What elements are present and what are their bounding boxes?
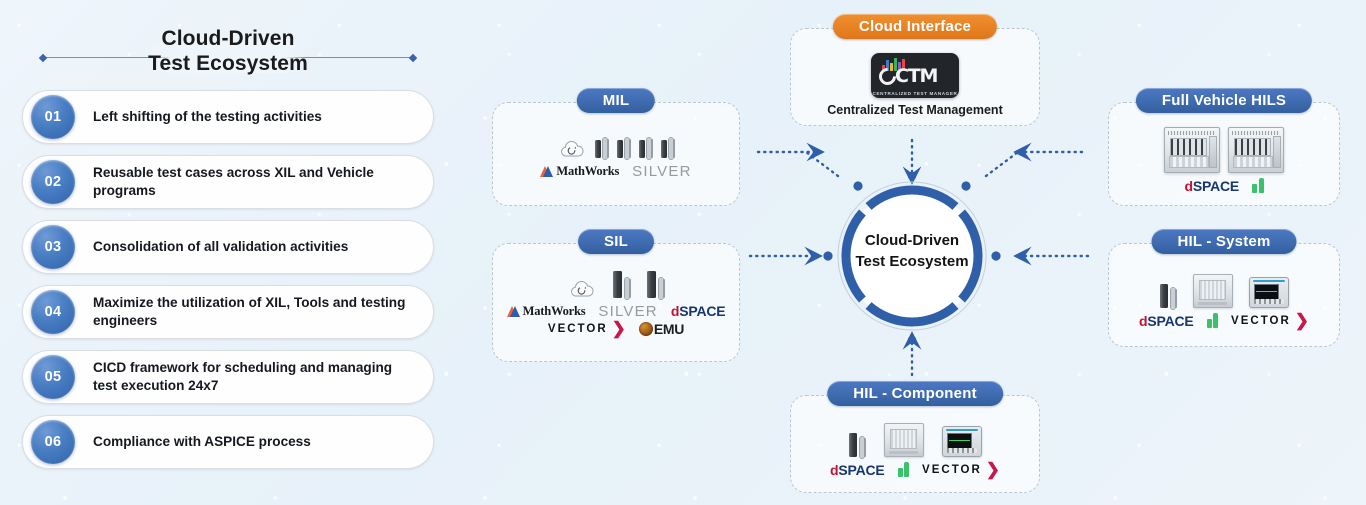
list-item-label: Reusable test cases across XIL and Vehic… (93, 164, 374, 199)
hil-rack-icon (1228, 126, 1284, 173)
list-item-label: CICD framework for scheduling and managi… (93, 359, 393, 394)
list-item[interactable]: 01 Left shifting of the testing activiti… (22, 90, 434, 144)
ctm-logo-subtext: CENTRALIZED TEST MANAGER (872, 91, 958, 96)
ctm-logo-text: CTM (895, 64, 938, 87)
dspace-logo-icon: d SPACE (1184, 178, 1239, 194)
list-item-number: 03 (31, 225, 75, 269)
page-title-line2: Test Ecosystem (148, 52, 308, 75)
cloud-sync-icon (567, 279, 597, 298)
vector-logo-text: VECTOR (547, 322, 608, 335)
node-title-full-vehicle-hils: Full Vehicle HILS (1135, 88, 1313, 113)
center-hub[interactable]: Cloud-Driven Test Ecosystem (828, 176, 996, 336)
vector-arrow-icon: ❯ (611, 319, 626, 338)
vector-logo-icon: VECTOR ❯ (922, 460, 1001, 479)
list-item-number: 04 (31, 290, 75, 334)
list-item-number: 05 (31, 355, 75, 399)
node-title-hil-component: HIL - Component (827, 381, 1003, 406)
vector-logo-icon: VECTOR ❯ (547, 319, 626, 338)
list-item-label: Left shifting of the testing activities (93, 108, 322, 124)
vector-arrow-icon: ❯ (985, 460, 1001, 479)
node-title-cloud-interface: Cloud Interface (832, 14, 998, 39)
list-item[interactable]: 03 Consolidation of all validation activ… (22, 220, 434, 274)
hub-label-line2: Test Ecosystem (855, 253, 969, 270)
ni-logo-icon (1252, 178, 1264, 193)
qemu-logo-text: EMU (653, 320, 685, 337)
mathworks-logo-icon: MathWorks (506, 303, 586, 319)
oscilloscope-icon (1248, 276, 1289, 308)
mathworks-logo-text: MathWorks (522, 303, 586, 318)
vector-logo-icon: VECTOR ❯ (1231, 311, 1310, 330)
vector-logo-text: VECTOR (922, 463, 982, 476)
dspace-logo-text: SPACE (1192, 177, 1240, 194)
dspace-logo-text: SPACE (1147, 312, 1194, 329)
dspace-logo-d: d (670, 303, 680, 319)
diagram-canvas: Cloud-Driven Test Ecosystem 01 Left shif… (0, 0, 1366, 505)
page-title-line1: Cloud-Driven (161, 27, 295, 50)
list-item-number: 06 (31, 420, 75, 464)
instrument-rack-icon (1192, 273, 1233, 308)
list-item-label: Compliance with ASPICE process (93, 433, 311, 449)
node-title-hil-system: HIL - System (1151, 229, 1297, 254)
node-hil-component[interactable]: HIL - Component d SPACE VECTOR ❯ (790, 381, 1040, 493)
dspace-logo-d: d (1138, 312, 1148, 329)
desktop-pc-icon (1159, 283, 1177, 309)
list-item-number: 01 (31, 95, 75, 139)
ni-logo-icon (897, 462, 910, 477)
node-cloud-interface[interactable]: Cloud Interface CTM CENTRALIZED TEST MAN… (790, 14, 1040, 126)
desktop-pc-icon (613, 270, 631, 299)
dspace-logo-icon: d SPACE (671, 303, 726, 319)
dspace-logo-icon: d SPACE (830, 462, 885, 478)
silver-logo-text: SILVER (632, 162, 692, 180)
dspace-logo-d: d (829, 461, 839, 478)
node-hil-system[interactable]: HIL - System d SPACE VECTOR ❯ (1108, 229, 1340, 347)
mathworks-logo-text: MathWorks (556, 163, 620, 178)
node-mil[interactable]: MIL MathWorks SILVER (492, 88, 740, 206)
dspace-logo-d: d (1184, 177, 1193, 194)
dspace-logo-icon: d SPACE (1139, 313, 1194, 329)
desktop-pc-icon (595, 137, 609, 159)
desktop-pc-icon (639, 137, 653, 159)
desktop-pc-icon (617, 137, 631, 159)
list-item[interactable]: 02 Reusable test cases across XIL and Ve… (22, 155, 434, 209)
list-item-label: Consolidation of all validation activiti… (93, 238, 349, 254)
mathworks-logo-icon: MathWorks (540, 164, 619, 179)
list-item[interactable]: 06 Compliance with ASPICE process (22, 415, 434, 469)
list-item[interactable]: 04 Maximize the utilization of XIL, Tool… (22, 285, 434, 339)
vector-arrow-icon: ❯ (1294, 311, 1310, 330)
left-panel: Cloud-Driven Test Ecosystem 01 Left shif… (22, 26, 434, 480)
page-title: Cloud-Driven Test Ecosystem (22, 26, 434, 90)
node-title-sil: SIL (578, 229, 654, 254)
hil-rack-icon (1164, 126, 1220, 173)
cloud-sync-icon (557, 139, 587, 158)
oscilloscope-icon (941, 425, 982, 457)
silver-logo-text: SILVER (598, 302, 658, 320)
list-item-number: 02 (31, 160, 75, 204)
list-item[interactable]: 05 CICD framework for scheduling and man… (22, 350, 434, 404)
node-full-vehicle-hils[interactable]: Full Vehicle HILS d SPACE (1108, 88, 1340, 206)
vector-logo-text: VECTOR (1231, 314, 1291, 327)
list-item-label: Maximize the utilization of XIL, Tools a… (93, 294, 406, 329)
qemu-logo-icon: EMU (638, 320, 685, 337)
ctm-logo-icon: CTM CENTRALIZED TEST MANAGER (871, 53, 959, 98)
dspace-logo-text: SPACE (679, 303, 726, 319)
dspace-logo-text: SPACE (838, 461, 885, 478)
hub-label-line1: Cloud-Driven (864, 232, 960, 249)
node-title-mil: MIL (576, 88, 656, 113)
node-caption-cloud-interface: Centralized Test Management (827, 103, 1003, 117)
desktop-pc-icon (647, 270, 665, 299)
desktop-pc-icon (661, 137, 675, 159)
ni-logo-icon (1206, 313, 1219, 328)
desktop-pc-icon (848, 432, 866, 458)
instrument-rack-icon (883, 422, 924, 457)
node-sil[interactable]: SIL MathWorks SILVER d SPACE VECTOR ❯ EM… (492, 229, 740, 362)
